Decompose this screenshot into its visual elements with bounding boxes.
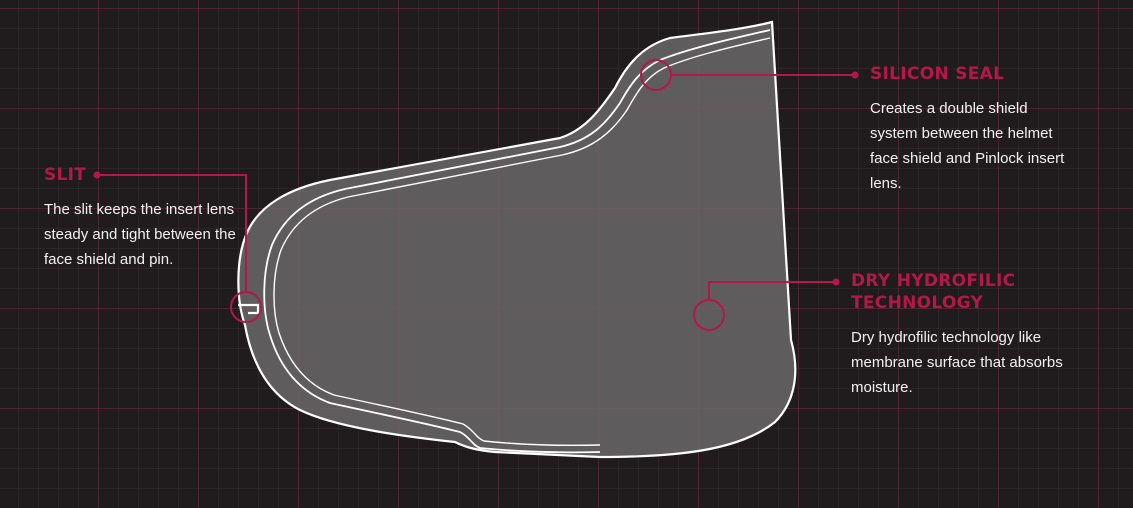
- slit-title: SLIT: [44, 165, 87, 185]
- silicon-seal-title: SILICON SEAL: [870, 64, 1005, 84]
- callout-slit: SLIT The slit keeps the insert lens stea…: [44, 164, 244, 272]
- slit-description: The slit keeps the insert lens steady an…: [44, 201, 236, 268]
- dry-hydrofilic-title: DRY HYDROFILIC TECHNOLOGY: [851, 271, 1016, 313]
- pinlock-lens: [237, 20, 797, 459]
- dry-leader-dot: [832, 278, 840, 286]
- callout-dry-hydrofilic: DRY HYDROFILIC TECHNOLOGY Dry hydrofilic…: [851, 270, 1066, 400]
- callout-silicon-seal: SILICON SEAL Creates a double shield sys…: [870, 63, 1070, 196]
- seal-leader-dot: [851, 71, 859, 79]
- lens-outer-shape: [237, 20, 797, 459]
- dry-hydrofilic-description: Dry hydrofilic technology like membrane …: [851, 329, 1063, 396]
- silicon-seal-description: Creates a double shield system between t…: [870, 100, 1065, 192]
